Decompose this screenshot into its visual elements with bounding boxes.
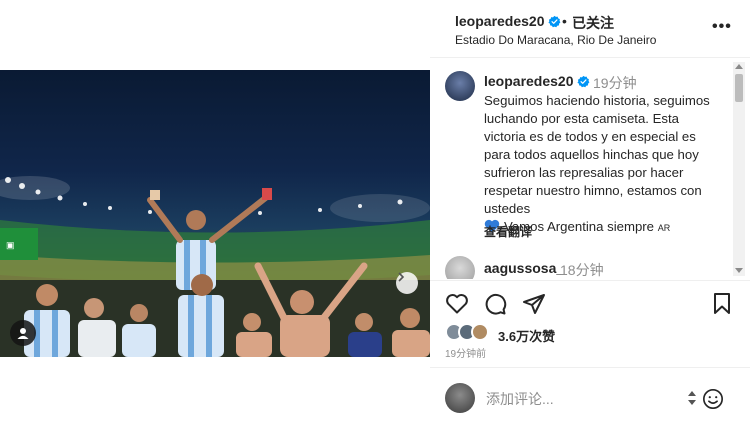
caption-username-link[interactable]: leoparedes20 (484, 73, 590, 89)
post-photo[interactable]: ▣ (0, 70, 430, 357)
comments-list: leoparedes20 19分钟 Seguimos haciendo hist… (430, 59, 750, 279)
see-translation-link[interactable]: 查看翻译 (484, 223, 532, 240)
current-user-avatar (445, 383, 475, 413)
next-photo-button[interactable] (396, 272, 418, 294)
more-horizontal-icon[interactable]: ••• (712, 18, 732, 36)
post-header: leoparedes20 • 已关注 Estadio Do Maracana, … (430, 0, 750, 58)
likes-count[interactable]: 3.6万次赞 (498, 326, 555, 345)
send-icon[interactable] (522, 292, 546, 316)
divider (430, 280, 750, 281)
comments-scrollbar[interactable] (733, 62, 745, 276)
caption-timestamp: 19分钟 (593, 75, 637, 91)
chevron-right-icon (398, 272, 405, 282)
author-username-link[interactable]: leoparedes20 (455, 13, 561, 29)
liker-avatar (471, 323, 489, 341)
comment-username[interactable]: aagussosa_ (484, 260, 564, 276)
following-button[interactable]: 已关注 (572, 13, 614, 33)
comment-timestamp: 18分钟 (560, 262, 604, 278)
scroll-down-arrow[interactable] (735, 268, 743, 273)
heart-icon[interactable] (445, 292, 469, 316)
author-avatar[interactable] (445, 71, 475, 101)
scroll-thumb[interactable] (735, 74, 743, 102)
spinner-down-arrow[interactable] (688, 400, 696, 405)
smiley-icon[interactable] (702, 388, 724, 410)
user-icon (17, 328, 29, 339)
input-spinner[interactable] (688, 391, 696, 407)
comment-icon[interactable] (483, 292, 507, 316)
location-link[interactable]: Estadio Do Maracana, Rio De Janeiro (455, 33, 656, 47)
svg-text:▣: ▣ (6, 240, 15, 250)
commenter-avatar[interactable] (445, 256, 475, 279)
argentina-flag-emoji: AR (657, 223, 671, 233)
verified-badge-icon (547, 15, 560, 28)
stadium-celebration-image: ▣ (0, 176, 430, 357)
posted-time[interactable]: 19分钟前 (445, 345, 486, 360)
separator-dot: • (562, 13, 567, 29)
add-comment-input[interactable] (486, 389, 686, 409)
bookmark-icon[interactable] (711, 292, 733, 316)
caption-text: Seguimos haciendo historia, seguimos luc… (484, 93, 710, 216)
post-details-pane: leoparedes20 • 已关注 Estadio Do Maracana, … (430, 0, 750, 429)
caption-username: leoparedes20 (484, 73, 574, 89)
caption-text-block: Seguimos haciendo historia, seguimos luc… (484, 92, 724, 237)
verified-badge-icon (576, 75, 589, 88)
divider (430, 367, 750, 368)
author-username: leoparedes20 (455, 13, 545, 29)
spinner-up-arrow[interactable] (688, 391, 696, 396)
instagram-post-view: ▣ leoparedes20 • 已关注 Estadio Do Maracana… (0, 0, 750, 429)
tagged-users-button[interactable] (10, 320, 36, 346)
scroll-up-arrow[interactable] (735, 64, 743, 69)
